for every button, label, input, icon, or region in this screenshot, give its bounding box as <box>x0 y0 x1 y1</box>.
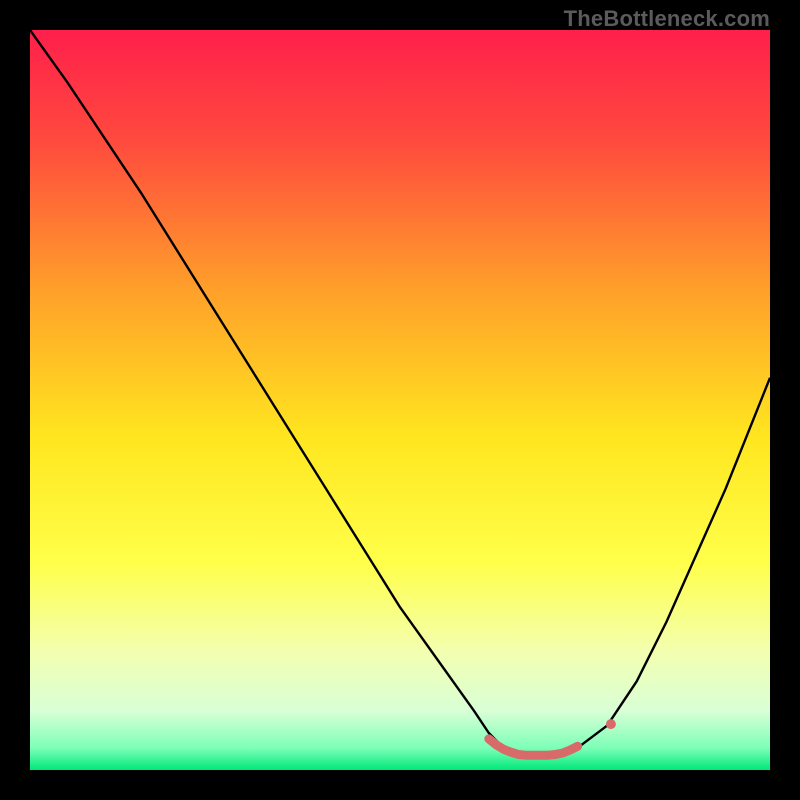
optimal-point <box>606 719 616 729</box>
watermark-text: TheBottleneck.com <box>564 6 770 32</box>
gradient-background <box>30 30 770 770</box>
bottleneck-chart <box>30 30 770 770</box>
plot-svg <box>30 30 770 770</box>
